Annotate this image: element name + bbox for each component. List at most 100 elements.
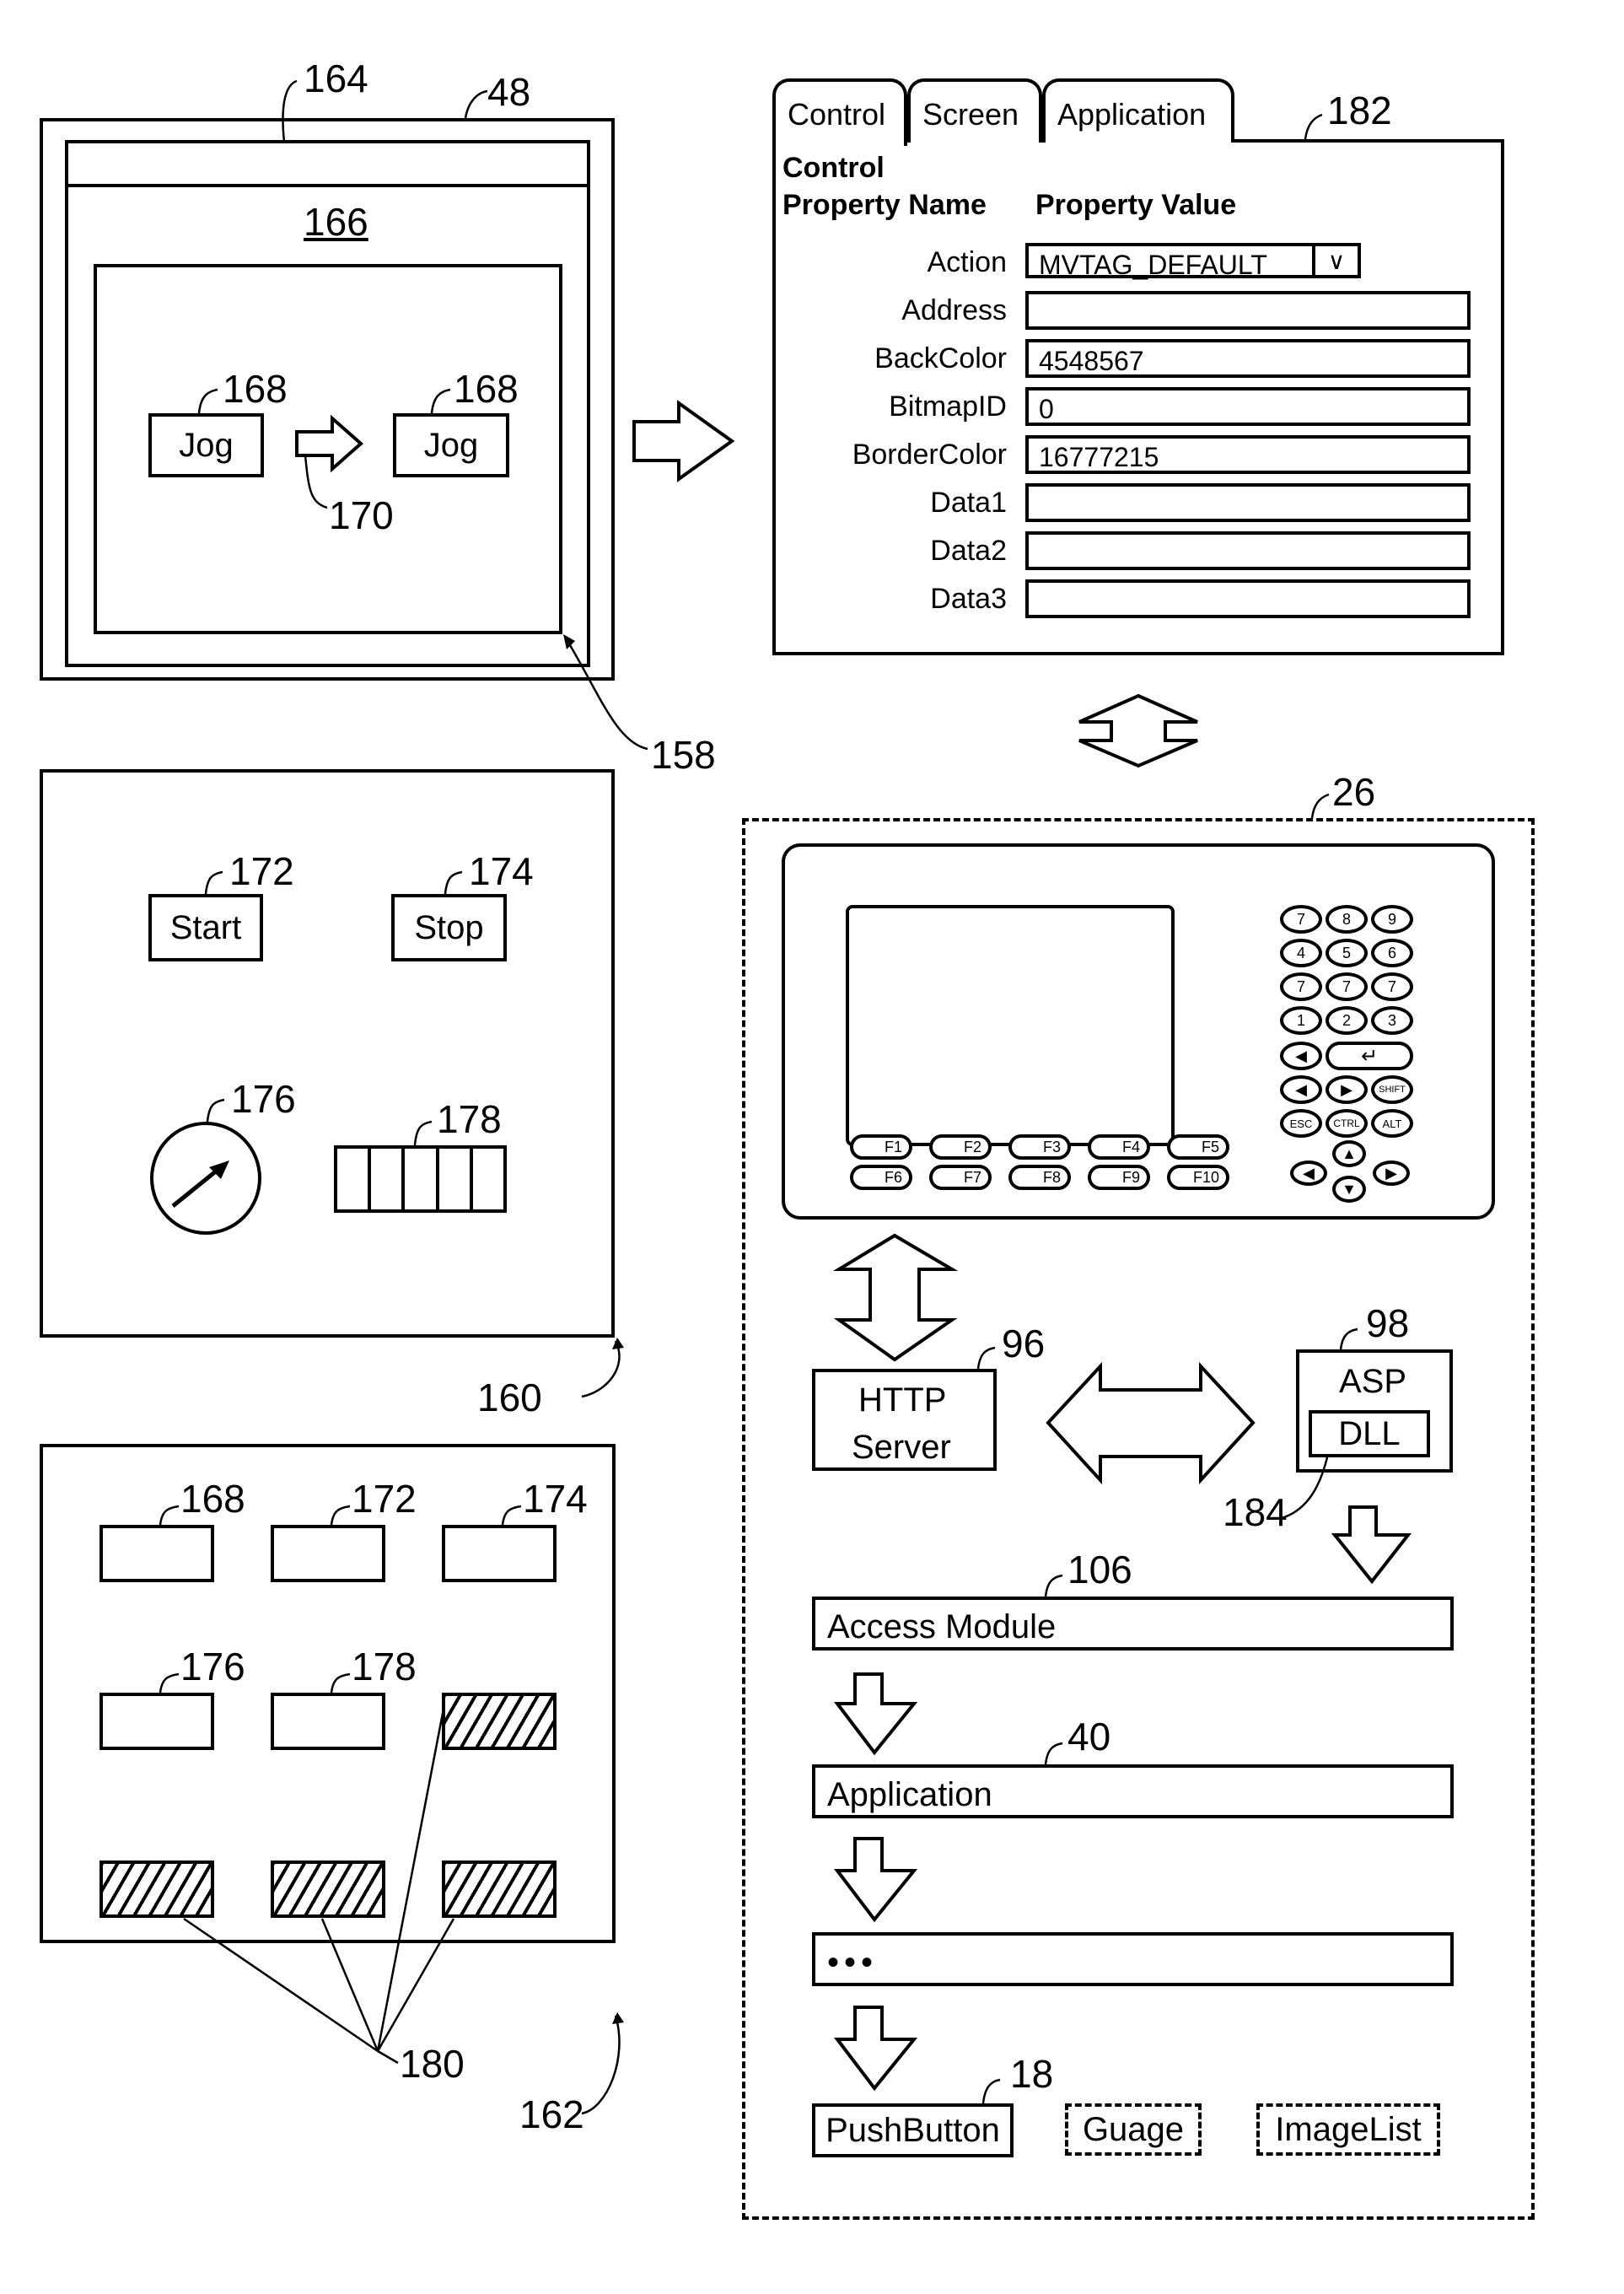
function-key[interactable]: F6 [850, 1165, 912, 1190]
leader-160 [581, 1340, 621, 1398]
function-key[interactable]: F9 [1088, 1165, 1150, 1190]
ref-158: 158 [651, 733, 716, 777]
leader-26 [1310, 793, 1330, 819]
keypad-key[interactable]: 2 [1326, 1006, 1368, 1035]
function-key[interactable]: F1 [850, 1134, 912, 1160]
keypad-key[interactable]: 4 [1280, 939, 1322, 967]
keypad-key[interactable]: 5 [1326, 939, 1368, 967]
dll-box: DLL [1309, 1410, 1430, 1457]
arrowhead-160 [612, 1338, 624, 1349]
imagelist-control-item[interactable]: ImageList [1256, 2103, 1440, 2156]
tab-screen[interactable]: Screen [907, 78, 1042, 143]
property-value-field[interactable]: 4548567 [1025, 339, 1471, 378]
slot-leader [330, 1672, 351, 1694]
ref-96: 96 [1002, 1322, 1046, 1365]
gauge-control-item[interactable]: Guage [1065, 2103, 1202, 2156]
arrow-up-key-icon[interactable]: ▲ [1332, 1140, 1366, 1167]
ref-168-b: 168 [454, 367, 519, 411]
gauge-control[interactable] [150, 1122, 261, 1235]
ref-184: 184 [1223, 1490, 1288, 1534]
function-key[interactable]: F7 [929, 1165, 992, 1190]
control-slot[interactable] [99, 1525, 214, 1582]
ref-106: 106 [1067, 1548, 1132, 1591]
ref-170: 170 [329, 493, 394, 537]
ref-182: 182 [1327, 89, 1392, 132]
property-name-label: Action [927, 246, 1008, 278]
ref-166-screen-area: 166 [304, 200, 368, 244]
function-key[interactable]: F2 [929, 1134, 992, 1160]
ref-26: 26 [1332, 770, 1376, 814]
property-name-label: BorderColor [852, 439, 1007, 471]
keypad-key[interactable]: 6 [1371, 939, 1413, 967]
arrowhead-162 [612, 2012, 624, 2024]
ref-168-a: 168 [223, 367, 288, 411]
start-button[interactable]: Start [148, 894, 263, 961]
leader-182 [1304, 113, 1323, 140]
property-value-field[interactable] [1025, 531, 1471, 570]
function-key[interactable]: F5 [1167, 1134, 1229, 1160]
ctrl-key[interactable]: CTRL [1326, 1109, 1368, 1138]
keypad-key[interactable]: 9 [1371, 905, 1413, 934]
function-key[interactable]: F3 [1008, 1134, 1071, 1160]
keypad-key[interactable]: 8 [1326, 905, 1368, 934]
control-slot[interactable] [271, 1525, 385, 1582]
http-server-label-1: HTTP [858, 1381, 947, 1419]
property-name-label: BitmapID [889, 390, 1007, 423]
esc-key[interactable]: ESC [1280, 1109, 1322, 1138]
arrow-left-key-icon[interactable]: ◀ [1290, 1160, 1327, 1186]
action-dropdown[interactable]: MVTAG_DEFAULT [1025, 243, 1360, 280]
imagelist-cell [439, 1149, 473, 1209]
imagelist-cell [405, 1149, 439, 1209]
application-layer: Application [812, 1764, 1454, 1818]
keypad-key[interactable]: 3 [1371, 1006, 1413, 1035]
jog-button-source[interactable]: Jog [148, 413, 264, 477]
shift-key[interactable]: SHIFT [1371, 1075, 1413, 1104]
next-key-icon[interactable]: ▶ [1326, 1075, 1368, 1104]
prev-key-icon[interactable]: ◀ [1280, 1075, 1322, 1104]
pushbutton-control[interactable]: PushButton [812, 2103, 1014, 2157]
backspace-key-icon[interactable]: ◀ [1280, 1042, 1322, 1070]
tab-control[interactable]: Control [772, 78, 907, 146]
http-server-label-2: Server [852, 1429, 951, 1466]
arrow-right-key-icon[interactable]: ▶ [1373, 1160, 1410, 1186]
keypad-key[interactable]: 7 [1280, 905, 1322, 934]
arrow-down-key-icon[interactable]: ▼ [1332, 1176, 1366, 1203]
function-key[interactable]: F4 [1088, 1134, 1150, 1160]
terminal-display [846, 905, 1175, 1146]
property-value-field[interactable] [1025, 291, 1471, 330]
empty-slot-hatched[interactable] [442, 1861, 557, 1918]
updown-arrow-icon [1078, 693, 1198, 768]
imagelist-control[interactable] [334, 1145, 507, 1213]
keypad-key[interactable]: 7 [1371, 972, 1413, 1001]
keypad-key[interactable]: 7 [1326, 972, 1368, 1001]
property-value-field[interactable] [1025, 579, 1471, 618]
property-value-field[interactable]: 16777215 [1025, 435, 1471, 474]
slot-leader [501, 1505, 522, 1526]
stop-button[interactable]: Stop [391, 894, 507, 961]
empty-slot-hatched[interactable] [271, 1861, 385, 1918]
alt-key[interactable]: ALT [1371, 1109, 1413, 1138]
function-key[interactable]: F8 [1008, 1165, 1071, 1190]
tab-application[interactable]: Application [1042, 78, 1234, 143]
chevron-down-icon[interactable]: ∨ [1312, 243, 1361, 278]
slot-ref: 174 [523, 1477, 588, 1521]
enter-key-icon[interactable]: ↵ [1326, 1042, 1413, 1070]
slot-ref: 178 [352, 1645, 417, 1688]
slot-ref: 168 [180, 1477, 245, 1521]
column-header-name: Property Name [782, 189, 987, 221]
empty-slot-hatched[interactable] [99, 1861, 214, 1918]
property-value-field[interactable]: 0 [1025, 387, 1471, 426]
control-slot[interactable] [442, 1525, 557, 1582]
control-slot[interactable] [271, 1693, 385, 1750]
property-value-field[interactable] [1025, 483, 1471, 522]
leader-180-e [377, 2049, 399, 2065]
slot-leader [159, 1672, 180, 1694]
control-slot[interactable] [99, 1693, 214, 1750]
jog-button-dest[interactable]: Jog [393, 413, 509, 477]
function-key[interactable]: F10 [1167, 1165, 1229, 1190]
slot-ref: 176 [180, 1645, 245, 1688]
keypad-key[interactable]: 7 [1280, 972, 1322, 1001]
slot-leader [159, 1505, 180, 1526]
empty-slot-hatched[interactable] [442, 1693, 557, 1750]
keypad-key[interactable]: 1 [1280, 1006, 1322, 1035]
